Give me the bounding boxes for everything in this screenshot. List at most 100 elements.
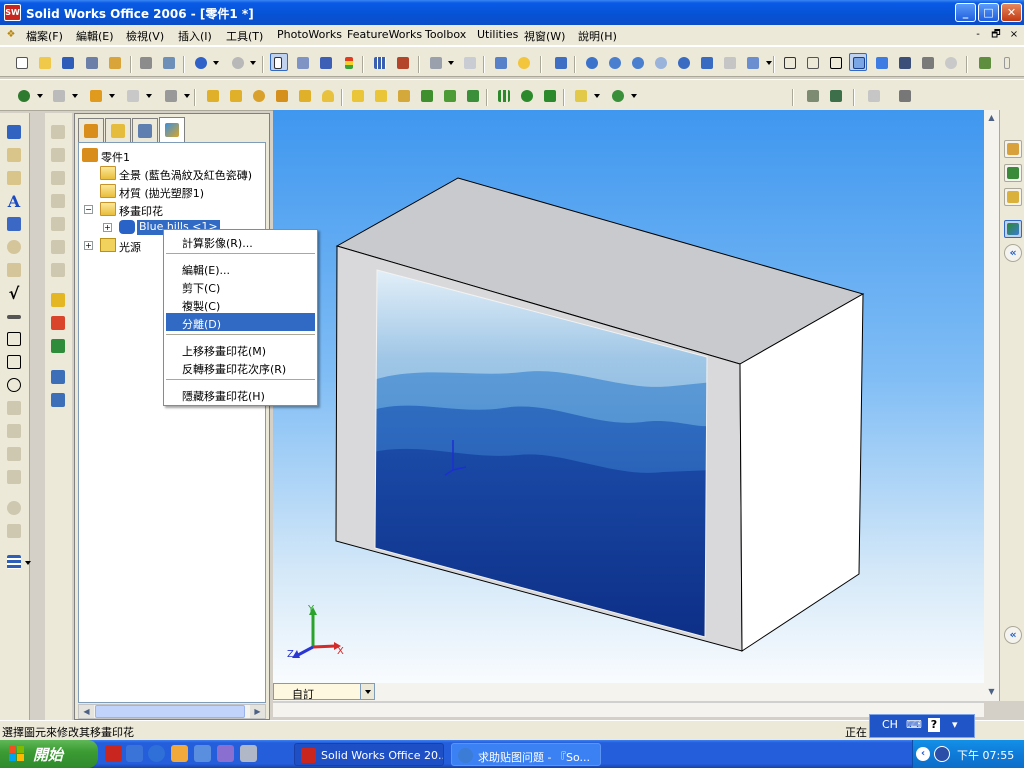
section-view-icon[interactable] (918, 53, 936, 71)
scroll-left-arrow[interactable]: ◀ (79, 705, 94, 718)
design-library-icon[interactable] (1004, 164, 1022, 182)
quicklaunch-ie-icon[interactable] (148, 745, 165, 762)
sketch-icon[interactable] (316, 53, 334, 71)
draft-icon[interactable] (440, 86, 458, 104)
quicklaunch-clock-icon[interactable] (171, 745, 188, 762)
title-bar[interactable]: SW Solid Works Office 2006 - [零件1 *] _ □… (0, 0, 1024, 25)
photoworks-render-icon[interactable] (14, 86, 32, 104)
menu-photoworks[interactable]: PhotoWorks (277, 28, 342, 41)
graphics-viewport[interactable]: Y X Z (273, 110, 999, 701)
revolve-icon[interactable] (249, 86, 267, 104)
menu-edit[interactable]: 編輯(E) (76, 28, 114, 44)
open-folder-icon[interactable] (35, 53, 53, 71)
shadows-icon[interactable] (895, 53, 913, 71)
menu-item-move-decal-up[interactable]: 上移移畫印花(M) (166, 340, 315, 358)
quicklaunch-tool-icon[interactable] (194, 745, 211, 762)
print-preview-icon[interactable] (159, 53, 177, 71)
propertymanager-tab[interactable] (105, 118, 131, 142)
menu-item-render-image[interactable]: 計算影像(R)... (166, 232, 315, 250)
disabled-centerline-icon[interactable] (5, 522, 23, 540)
print-icon[interactable] (136, 53, 154, 71)
save-icon[interactable] (58, 53, 76, 71)
extrude-boss-icon[interactable] (203, 86, 221, 104)
home-icon[interactable] (1004, 140, 1022, 158)
rebuild-icon[interactable] (339, 53, 357, 71)
shaded-icon[interactable] (872, 53, 890, 71)
model-view[interactable]: Y X Z (273, 110, 999, 701)
relations-icon[interactable] (161, 86, 179, 104)
rotate-view-icon[interactable] (674, 53, 692, 71)
menu-view[interactable]: 檢視(V) (126, 28, 164, 44)
hole-wizard-icon[interactable] (463, 86, 481, 104)
task-ie-forum[interactable]: 求助贴图问题 - 『So... (451, 743, 601, 766)
measure-icon[interactable] (426, 53, 444, 71)
menu-utilities[interactable]: Utilities (477, 28, 518, 41)
table-icon[interactable] (5, 553, 23, 571)
material-brick-icon[interactable] (393, 53, 411, 71)
scroll-down-arrow[interactable]: ▼ (984, 684, 999, 699)
tree-item-decals[interactable]: − 移畫印花 (79, 201, 265, 219)
scroll-right-arrow[interactable]: ▶ (250, 705, 265, 718)
langbar-options-chevron-icon[interactable]: ▾ (952, 718, 958, 731)
datum-feature-icon[interactable] (5, 353, 23, 371)
disabled-tool-icon[interactable] (123, 86, 141, 104)
shaded-with-edges-icon[interactable] (849, 53, 867, 71)
disabled-box7-icon[interactable] (49, 261, 67, 279)
menu-file[interactable]: 檔案(F) (26, 28, 63, 44)
menu-window[interactable]: 視窗(W) (524, 28, 565, 44)
menu-featureworks[interactable]: FeatureWorks (347, 28, 422, 41)
smart-dimension-icon[interactable] (5, 123, 23, 141)
quicklaunch-apps-icon[interactable] (217, 745, 234, 762)
disabled-balloon-icon[interactable] (5, 238, 23, 256)
pan-icon[interactable] (697, 53, 715, 71)
featuremanager-tab[interactable] (78, 118, 104, 142)
disabled-centermark-icon[interactable] (5, 499, 23, 517)
menu-item-cut[interactable]: 剪下(C) (166, 277, 315, 295)
linear-pattern-icon[interactable] (494, 86, 512, 104)
scroll-up-arrow[interactable]: ▲ (984, 110, 999, 125)
language-indicator[interactable]: CH (882, 718, 898, 731)
reference-geometry-icon[interactable] (571, 86, 589, 104)
tree-horizontal-scrollbar[interactable]: ◀ ▶ (78, 704, 266, 719)
menu-item-copy[interactable]: 複製(C) (166, 295, 315, 313)
disabled-cosmetic-icon[interactable] (5, 399, 23, 417)
menu-item-hide-decal[interactable]: 隱藏移畫印花(H) (166, 385, 315, 403)
toolbar-overflow-icon[interactable] (1000, 53, 1018, 71)
select-pointer-icon[interactable] (270, 53, 288, 71)
view-layer-icon[interactable] (49, 368, 67, 386)
solidworks-app-icon[interactable]: SW (4, 4, 21, 21)
zoom-to-area-icon[interactable] (605, 53, 623, 71)
menu-insert[interactable]: 插入(I) (178, 28, 212, 44)
select-other-icon[interactable] (293, 53, 311, 71)
chamfer-icon[interactable] (371, 86, 389, 104)
disabled-box-icon[interactable] (49, 123, 67, 141)
menu-item-detach[interactable]: 分離(D) (166, 313, 315, 331)
disabled-autoballoon-icon[interactable] (5, 261, 23, 279)
file-explorer-icon[interactable] (1004, 188, 1022, 206)
disabled-box6-icon[interactable] (49, 238, 67, 256)
dimension-xpert-icon[interactable] (895, 86, 913, 104)
wireframe-icon[interactable] (780, 53, 798, 71)
make-assembly-icon[interactable] (105, 53, 123, 71)
loft-icon[interactable] (295, 86, 313, 104)
percent-icon[interactable] (49, 86, 67, 104)
menu-item-edit[interactable]: 編輯(E)... (166, 259, 315, 277)
sketch-entity-icon[interactable] (86, 86, 104, 104)
photoworks-tab[interactable] (159, 117, 185, 143)
fillet-icon[interactable] (348, 86, 366, 104)
maximize-button[interactable]: □ (978, 3, 999, 22)
tree-item-scene[interactable]: 全景 (藍色渦紋及紅色瓷磚) (79, 165, 265, 183)
redo-icon[interactable] (228, 53, 246, 71)
menu-item-reverse-decal-order[interactable]: 反轉移畫印花次序(R) (166, 358, 315, 376)
sweep-icon[interactable] (272, 86, 290, 104)
note-icon[interactable]: A (5, 192, 23, 211)
new-document-icon[interactable] (12, 53, 30, 71)
expand-toggle[interactable]: + (103, 223, 112, 232)
collapse-pane-bottom-icon[interactable]: « (1004, 626, 1022, 644)
quicklaunch-solidworks-icon[interactable] (105, 745, 122, 762)
disabled-box3-icon[interactable] (49, 169, 67, 187)
3d-drawing-view-icon[interactable] (720, 53, 738, 71)
tree-item-part[interactable]: 零件1 (79, 147, 265, 165)
viewport-vertical-scrollbar[interactable]: ▲ ▼ (984, 110, 999, 701)
disabled-box4-icon[interactable] (49, 192, 67, 210)
